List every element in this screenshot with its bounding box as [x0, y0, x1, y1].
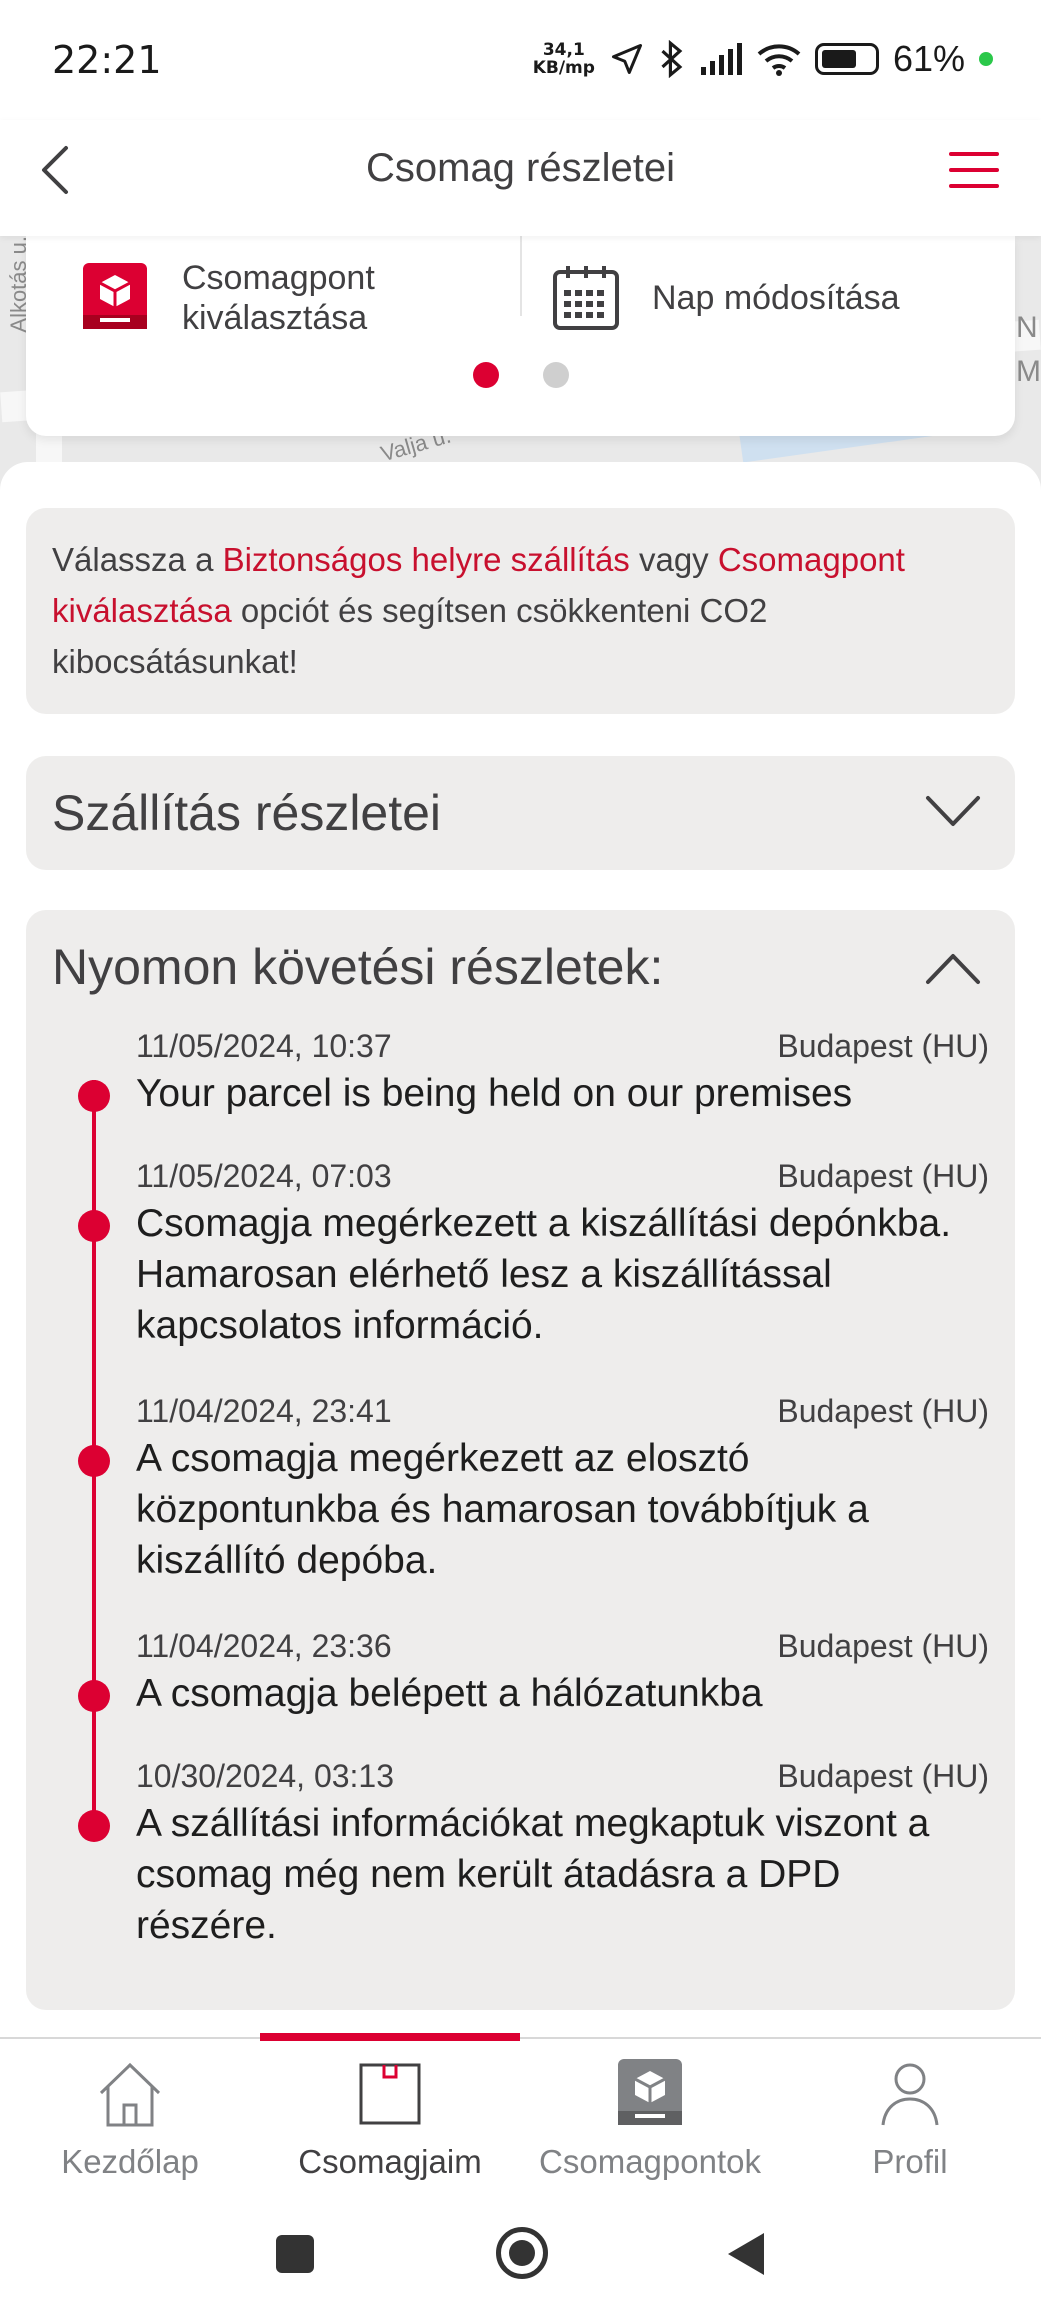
nav-parcel-shops[interactable]: Csomagpontok: [520, 2039, 780, 2199]
pagination-dot[interactable]: [542, 362, 569, 388]
carousel-pagination: [26, 362, 1015, 388]
network-speed: 34,1 KB/mp: [533, 41, 595, 77]
active-dot-icon: [979, 52, 993, 66]
parcel-box-icon: [359, 2063, 421, 2125]
timeline-dot: [78, 1680, 110, 1712]
timeline-dot: [78, 1810, 110, 1842]
nav-parcel-shops-label: Csomagpontok: [539, 2143, 761, 2180]
user-icon: [881, 2063, 939, 2126]
event-description: A csomagja belépett a hálózatunkba: [136, 1672, 763, 1715]
nav-profile[interactable]: Profil: [780, 2039, 1040, 2199]
timeline-dot: [78, 1080, 110, 1112]
event-description: A csomagja megérkezett az elosztó közpon…: [136, 1437, 869, 1582]
chevron-down-icon: [926, 796, 980, 826]
divider: [520, 236, 522, 316]
timeline-dot: [78, 1445, 110, 1477]
shipping-details-accordion[interactable]: Szállítás részletei: [26, 756, 1015, 870]
timeline-dot: [78, 1210, 110, 1242]
parcel-shop-icon: [83, 263, 147, 329]
pagination-dot-active[interactable]: [472, 362, 499, 388]
recent-apps-icon[interactable]: [276, 2235, 314, 2273]
change-day-option[interactable]: Nap módosítása: [552, 236, 900, 360]
event-location: Budapest (HU): [777, 1628, 989, 1664]
parcel-shop-icon: [618, 2059, 682, 2125]
status-icons: 34,1 KB/mp 61%: [533, 38, 993, 80]
tracking-details-accordion: Nyomon követési részletek: 11/05/2024, 1…: [26, 910, 1015, 2010]
hamburger-menu-icon: [949, 152, 999, 156]
system-back-icon[interactable]: [728, 2233, 764, 2275]
content-sheet: Válassza a Biztonságos helyre szállítás …: [0, 462, 1041, 2037]
battery-level: 61%: [892, 38, 965, 79]
menu-button[interactable]: [949, 148, 1003, 192]
nav-my-parcels-label: Csomagjaim: [298, 2143, 482, 2180]
nav-my-parcels[interactable]: Csomagjaim: [260, 2039, 520, 2199]
delivery-options-carousel[interactable]: Csomagpont kiválasztása Nap módosítása: [26, 236, 1015, 436]
event-date: 11/05/2024, 10:37: [136, 1028, 392, 1064]
event-date: 11/04/2024, 23:41: [136, 1393, 392, 1429]
status-time: 22:21: [52, 38, 162, 82]
location-arrow-icon: [611, 44, 642, 74]
tracking-details-title: Nyomon követési részletek:: [52, 939, 664, 995]
event-location: Budapest (HU): [777, 1758, 989, 1794]
event-date: 11/05/2024, 07:03: [136, 1158, 392, 1194]
parcel-shop-option[interactable]: Csomagpont kiválasztása: [80, 236, 375, 360]
event-description: Csomagja megérkezett a kiszállítási depó…: [136, 1202, 952, 1347]
wifi-icon: [757, 44, 801, 76]
nav-home-label: Kezdőlap: [61, 2143, 199, 2180]
battery-icon: [814, 43, 879, 75]
shipping-details-title: Szállítás részletei: [52, 785, 442, 841]
parcel-shop-label: Csomagpont kiválasztása: [182, 259, 375, 337]
nav-profile-label: Profil: [872, 2143, 948, 2180]
event-location: Budapest (HU): [777, 1393, 989, 1429]
network-speed-unit: KB/mp: [532, 58, 595, 78]
calendar-icon: [553, 266, 619, 330]
bluetooth-icon: [661, 40, 683, 78]
nav-home[interactable]: Kezdőlap: [0, 2039, 260, 2199]
event-date: 10/30/2024, 03:13: [136, 1758, 395, 1794]
bottom-navigation: Kezdőlap Csomagjaim Csomagpontok Profil: [0, 2033, 1041, 2199]
app-header: Csomag részletei: [0, 120, 1041, 236]
system-navigation-bar: [0, 2197, 1041, 2316]
safe-place-link[interactable]: Biztonságos helyre szállítás: [223, 541, 630, 578]
event-location: Budapest (HU): [777, 1158, 989, 1194]
home-button-icon[interactable]: [496, 2227, 548, 2279]
change-day-label: Nap módosítása: [652, 279, 900, 317]
network-speed-value: 34,1: [542, 40, 585, 60]
chevron-up-icon[interactable]: [925, 950, 981, 986]
event-date: 11/04/2024, 23:36: [136, 1628, 392, 1664]
co2-info-box: Válassza a Biztonságos helyre szállítás …: [26, 508, 1015, 714]
page-title: Csomag részletei: [365, 146, 675, 190]
event-description: Your parcel is being held on our premise…: [136, 1072, 853, 1115]
event-location: Budapest (HU): [777, 1028, 989, 1064]
map-street-label: NM: [1016, 311, 1041, 388]
home-icon: [99, 2062, 161, 2127]
status-bar: 22:21 34,1 KB/mp 61%: [0, 0, 1041, 120]
signal-icon: [700, 43, 742, 75]
event-description: A szállítási információkat megkaptuk vis…: [136, 1802, 930, 1947]
